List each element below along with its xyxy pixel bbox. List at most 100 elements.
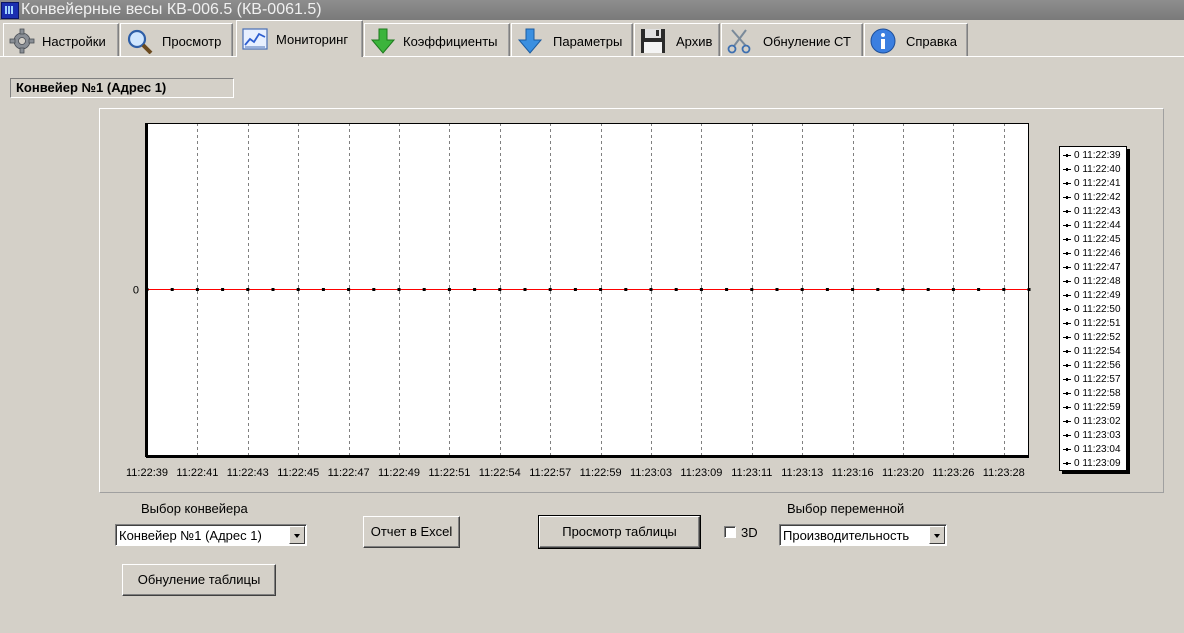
monitoring-chart: 11:22:39 11:22:41 11:22:43 11:22:45 11:22:47… xyxy=(126,123,1031,479)
legend-label: 0 11:23:04 xyxy=(1074,444,1121,455)
legend-label: 0 11:22:50 xyxy=(1074,304,1121,315)
view-table-button[interactable]: Просмотр таблицы xyxy=(538,515,701,549)
tab-coefficients[interactable]: Коэффициенты xyxy=(364,23,510,56)
data-point xyxy=(321,288,325,291)
data-point xyxy=(296,288,300,291)
data-point xyxy=(825,288,829,291)
y-tick-label: 0 xyxy=(133,285,139,297)
conveyor-select[interactable]: Конвейер №1 (Адрес 1) xyxy=(115,524,307,546)
legend-label: 0 11:23:02 xyxy=(1074,416,1121,427)
x-tick-label: 11:22:59 xyxy=(580,467,622,479)
x-tick-label: 11:23:13 xyxy=(781,467,823,479)
data-point xyxy=(775,288,779,291)
legend-swatch xyxy=(1063,154,1071,157)
legend-swatch xyxy=(1063,210,1071,213)
legend-item: 0 11:23:03 xyxy=(1060,429,1126,443)
x-tick-label: 11:23:28 xyxy=(983,467,1025,479)
x-tick-label: 11:23:09 xyxy=(680,467,722,479)
data-point xyxy=(800,288,804,291)
legend-swatch xyxy=(1063,350,1071,353)
legend-swatch xyxy=(1063,224,1071,227)
excel-report-button[interactable]: Отчет в Excel xyxy=(363,516,460,548)
variable-select[interactable]: Производительность xyxy=(779,524,947,546)
data-point xyxy=(599,288,603,291)
chevron-down-icon[interactable] xyxy=(289,526,305,544)
legend-item: 0 11:22:47 xyxy=(1060,261,1126,275)
legend-label: 0 11:22:41 xyxy=(1074,178,1121,189)
legend-swatch xyxy=(1063,364,1071,367)
legend-label: 0 11:22:46 xyxy=(1074,248,1121,259)
legend-label: 0 11:22:45 xyxy=(1074,234,1121,245)
tab-label: Обнуление СТ xyxy=(763,34,851,49)
tab-settings[interactable]: Настройки xyxy=(3,23,119,56)
legend-swatch xyxy=(1063,266,1071,269)
chart-legend: 0 11:22:39 0 11:22:40 0 11:22:41 0 11:22:42… xyxy=(1059,146,1127,471)
tab-label: Справка xyxy=(906,34,957,49)
legend-label: 0 11:22:58 xyxy=(1074,388,1121,399)
data-point xyxy=(725,288,729,291)
legend-swatch xyxy=(1063,238,1071,241)
tab-monitoring[interactable]: Мониторинг xyxy=(236,20,363,57)
tab-help[interactable]: Справка xyxy=(864,23,968,56)
legend-swatch xyxy=(1063,392,1071,395)
legend-label: 0 11:22:51 xyxy=(1074,318,1121,329)
data-point xyxy=(1002,288,1006,291)
legend-item: 0 11:22:44 xyxy=(1060,219,1126,233)
3d-checkbox[interactable] xyxy=(724,526,736,538)
scissors-icon xyxy=(727,29,751,54)
legend-label: 0 11:22:56 xyxy=(1074,360,1121,371)
data-point xyxy=(901,288,905,291)
legend-swatch xyxy=(1063,406,1071,409)
tab-bar: Настройки Просмотр Мониторинг Коэффициен… xyxy=(0,20,1184,58)
chart-panel: 11:22:39 11:22:41 11:22:43 11:22:45 11:22:47… xyxy=(99,108,1164,493)
tab-label: Коэффициенты xyxy=(403,34,498,49)
data-point xyxy=(221,288,225,291)
legend-item: 0 11:22:51 xyxy=(1060,317,1126,331)
data-point xyxy=(347,288,351,291)
tab-archive[interactable]: Архив xyxy=(634,23,720,56)
x-tick-label: 11:23:26 xyxy=(932,467,974,479)
gear-icon xyxy=(9,28,35,54)
conveyor-select-value: Конвейер №1 (Адрес 1) xyxy=(119,528,262,543)
tab-view[interactable]: Просмотр xyxy=(120,23,233,56)
legend-swatch xyxy=(1063,182,1071,185)
legend-label: 0 11:22:40 xyxy=(1074,164,1121,175)
x-tick-label: 11:22:54 xyxy=(479,467,521,479)
legend-item: 0 11:22:57 xyxy=(1060,373,1126,387)
tab-parameters[interactable]: Параметры xyxy=(511,23,633,56)
data-point xyxy=(145,288,149,291)
data-point xyxy=(1027,288,1031,291)
legend-item: 0 11:22:46 xyxy=(1060,247,1126,261)
data-point xyxy=(170,288,174,291)
legend-item: 0 11:22:45 xyxy=(1060,233,1126,247)
legend-item: 0 11:22:40 xyxy=(1060,163,1126,177)
data-point xyxy=(246,288,250,291)
data-point xyxy=(977,288,981,291)
tab-reset-st[interactable]: Обнуление СТ xyxy=(721,23,863,56)
legend-swatch xyxy=(1063,280,1071,283)
x-tick-label: 11:22:57 xyxy=(529,467,571,479)
blue-down-arrow-icon xyxy=(517,28,543,54)
legend-swatch xyxy=(1063,294,1071,297)
legend-item: 0 11:22:54 xyxy=(1060,345,1126,359)
data-point xyxy=(649,288,653,291)
x-tick-label: 11:22:49 xyxy=(378,467,420,479)
data-point xyxy=(473,288,477,291)
x-tick-label: 11:22:41 xyxy=(176,467,218,479)
data-point xyxy=(573,288,577,291)
data-point xyxy=(876,288,880,291)
chevron-down-icon[interactable] xyxy=(929,526,945,544)
data-point xyxy=(699,288,703,291)
legend-swatch xyxy=(1063,168,1071,171)
3d-checkbox-label: 3D xyxy=(741,525,758,540)
magnifier-icon xyxy=(127,29,153,54)
legend-label: 0 11:22:54 xyxy=(1074,346,1121,357)
legend-swatch xyxy=(1063,196,1071,199)
legend-swatch xyxy=(1063,252,1071,255)
x-tick-label: 11:22:45 xyxy=(277,467,319,479)
window-title: Конвейерные весы КВ-006.5 (КВ-0061.5) xyxy=(21,1,322,18)
monitor-chart-icon xyxy=(242,28,268,50)
legend-item: 0 11:23:04 xyxy=(1060,443,1126,457)
tab-label: Параметры xyxy=(553,34,623,49)
reset-table-button[interactable]: Обнуление таблицы xyxy=(122,564,276,596)
